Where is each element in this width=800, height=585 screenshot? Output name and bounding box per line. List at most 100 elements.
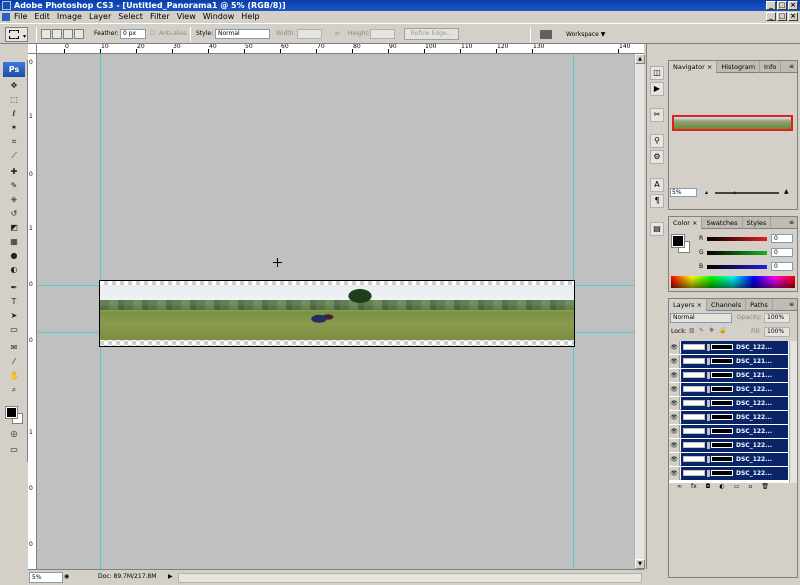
layer-mask-thumbnail[interactable] xyxy=(711,358,733,364)
close-button[interactable]: × xyxy=(788,1,798,10)
crop-tool-icon[interactable]: ⌗ xyxy=(7,136,21,148)
tab-layers[interactable]: Layers × xyxy=(669,299,708,311)
eyedropper-tool-icon[interactable]: ⁄ xyxy=(7,356,21,368)
menu-window[interactable]: Window xyxy=(203,11,235,23)
lock-all-icon[interactable]: 🔒 xyxy=(719,327,726,334)
lock-position-icon[interactable]: ✥ xyxy=(709,327,714,334)
doc-restore-button[interactable]: □ xyxy=(777,12,787,21)
mask-link-icon[interactable] xyxy=(707,414,710,421)
visibility-eye-icon[interactable]: 👁 xyxy=(669,439,680,452)
doc-minimize-button[interactable]: _ xyxy=(766,12,776,21)
add-mask-icon[interactable]: ◘ xyxy=(706,483,711,493)
scroll-up-arrow-icon[interactable]: ▲ xyxy=(635,54,645,64)
layer-row[interactable]: 👁 DSC_122... xyxy=(669,397,788,410)
layer-mask-thumbnail[interactable] xyxy=(711,400,733,406)
layer-mask-thumbnail[interactable] xyxy=(711,442,733,448)
fx-icon[interactable]: fx xyxy=(691,483,697,493)
tab-navigator[interactable]: Navigator × xyxy=(669,61,718,73)
lock-transparent-icon[interactable]: ▨ xyxy=(689,327,695,334)
eraser-tool-icon[interactable]: ◩ xyxy=(7,222,21,234)
red-value-input[interactable]: 0 xyxy=(771,234,793,243)
lasso-tool-icon[interactable]: ℓ xyxy=(7,108,21,120)
layer-mask-thumbnail[interactable] xyxy=(711,372,733,378)
link-layers-icon[interactable]: ∞ xyxy=(677,483,682,493)
blue-value-input[interactable]: 0 xyxy=(771,262,793,271)
scroll-down-arrow-icon[interactable]: ▼ xyxy=(635,559,645,569)
tab-info[interactable]: Info xyxy=(760,61,782,73)
menu-edit[interactable]: Edit xyxy=(34,11,50,23)
info-dock-icon[interactable]: ▶ xyxy=(650,82,664,96)
swap-icon[interactable]: ⇄ xyxy=(335,29,340,39)
navigator-preview[interactable] xyxy=(672,115,793,131)
type-tool-icon[interactable]: T xyxy=(7,296,21,308)
menu-layer[interactable]: Layer xyxy=(89,11,111,23)
horizontal-scrollbar[interactable] xyxy=(178,573,642,583)
intersect-selection-icon[interactable] xyxy=(74,29,84,39)
menu-help[interactable]: Help xyxy=(241,11,259,23)
magic-wand-tool-icon[interactable]: ✶ xyxy=(7,122,21,134)
opacity-input[interactable]: 100% xyxy=(764,313,790,323)
fill-input[interactable]: 100% xyxy=(764,327,790,337)
layer-row[interactable]: 👁 DSC_122... xyxy=(669,467,788,480)
menu-view[interactable]: View xyxy=(177,11,196,23)
tab-swatches[interactable]: Swatches xyxy=(702,217,743,229)
trash-icon[interactable]: 🗑 xyxy=(761,483,769,493)
panorama-document[interactable] xyxy=(99,280,575,347)
layer-mask-thumbnail[interactable] xyxy=(711,428,733,434)
layer-row[interactable]: 👁 DSC_122... xyxy=(669,411,788,424)
adjustment-layer-icon[interactable]: ◐ xyxy=(719,483,724,493)
blend-mode-select[interactable]: Normal xyxy=(670,313,732,323)
green-slider[interactable] xyxy=(707,251,767,255)
mask-link-icon[interactable] xyxy=(707,442,710,449)
menu-select[interactable]: Select xyxy=(118,11,143,23)
visibility-eye-icon[interactable]: 👁 xyxy=(669,383,680,396)
move-tool-icon[interactable]: ✥ xyxy=(7,80,21,92)
rectangle-tool-icon[interactable]: ▭ xyxy=(7,324,21,336)
tab-paths[interactable]: Paths xyxy=(746,299,773,311)
width-input[interactable] xyxy=(297,29,322,39)
green-value-input[interactable]: 0 xyxy=(771,248,793,257)
zoom-level-input[interactable]: 5% xyxy=(29,572,63,583)
foreground-color-swatch[interactable] xyxy=(5,406,18,419)
screen-mode-icon[interactable]: ▭ xyxy=(7,444,21,456)
ps-logo[interactable]: Ps xyxy=(3,62,25,77)
notes-tool-icon[interactable]: ✉ xyxy=(7,342,21,354)
zoom-in-icon[interactable]: ▲ xyxy=(784,188,789,195)
feather-input[interactable]: 0 px xyxy=(120,29,146,39)
healing-brush-tool-icon[interactable]: ✚ xyxy=(7,166,21,178)
status-menu-icon[interactable]: ◉ xyxy=(64,570,69,584)
blue-slider[interactable] xyxy=(707,265,767,269)
layer-mask-thumbnail[interactable] xyxy=(711,386,733,392)
layer-mask-thumbnail[interactable] xyxy=(711,456,733,462)
layer-mask-thumbnail[interactable] xyxy=(711,470,733,476)
vertical-ruler[interactable]: 0 1 0 1 0 0 1 0 0 xyxy=(28,54,37,569)
refine-edge-button[interactable]: Refine Edge... xyxy=(404,28,459,40)
tab-channels[interactable]: Channels xyxy=(707,299,747,311)
history-brush-tool-icon[interactable]: ↺ xyxy=(7,208,21,220)
character-dock-icon[interactable]: A xyxy=(650,178,664,192)
layer-mask-thumbnail[interactable] xyxy=(711,414,733,420)
visibility-eye-icon[interactable]: 👁 xyxy=(669,369,680,382)
brush-tool-icon[interactable]: ✎ xyxy=(7,180,21,192)
layer-row[interactable]: 👁 DSC_122... xyxy=(669,439,788,452)
actions-dock-icon[interactable]: ⚙ xyxy=(650,150,664,164)
tab-styles[interactable]: Styles xyxy=(743,217,772,229)
blur-tool-icon[interactable]: ● xyxy=(7,250,21,262)
lock-image-icon[interactable]: ✎ xyxy=(699,327,704,334)
layer-row[interactable]: 👁 DSC_122... xyxy=(669,425,788,438)
status-arrow-icon[interactable]: ▶ xyxy=(168,570,173,584)
visibility-eye-icon[interactable]: 👁 xyxy=(669,397,680,410)
antialias-checkbox[interactable]: ☐ xyxy=(150,29,155,39)
workspace-menu[interactable]: Workspace ▼ xyxy=(538,27,612,42)
paragraph-dock-icon[interactable]: ¶ xyxy=(650,194,664,208)
mask-link-icon[interactable] xyxy=(707,372,710,379)
layer-row[interactable]: 👁 DSC_122... xyxy=(669,453,788,466)
clone-stamp-tool-icon[interactable]: ⎈ xyxy=(7,194,21,206)
new-layer-icon[interactable]: ▫ xyxy=(748,483,752,493)
style-select[interactable]: Normal xyxy=(215,29,270,39)
mask-link-icon[interactable] xyxy=(707,358,710,365)
red-slider[interactable] xyxy=(707,237,767,241)
layer-row[interactable]: 👁 DSC_122... xyxy=(669,341,788,354)
visibility-eye-icon[interactable]: 👁 xyxy=(669,355,680,368)
gradient-tool-icon[interactable]: ▦ xyxy=(7,236,21,248)
